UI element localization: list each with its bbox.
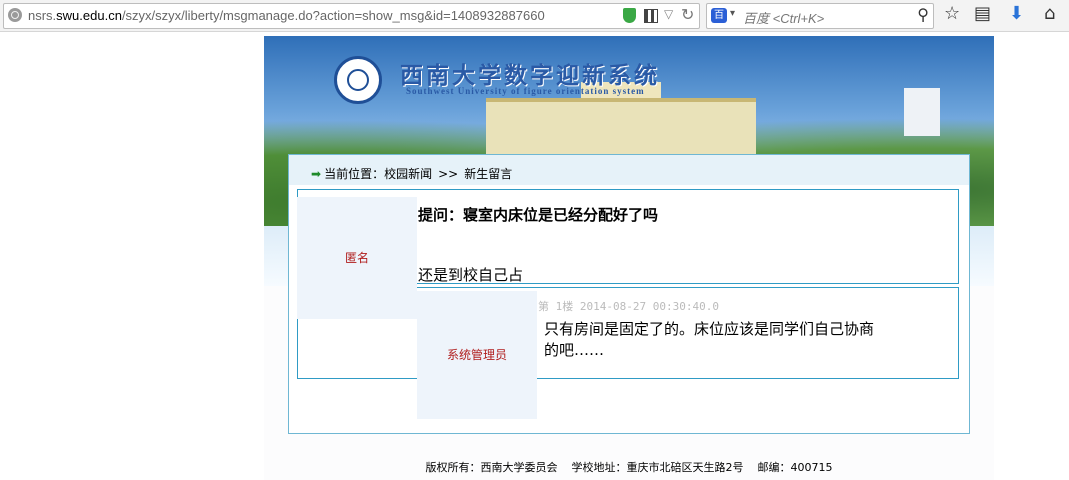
globe-icon <box>8 8 22 22</box>
dropdown-icon[interactable]: ▽ <box>664 7 673 21</box>
download-icon[interactable]: ⬇ <box>1009 4 1024 24</box>
star-icon[interactable]: ☆ <box>944 4 960 24</box>
url-text[interactable]: nsrs.swu.edu.cn/szyx/szyx/liberty/msgman… <box>28 8 545 23</box>
reading-list-icon[interactable]: ▤ <box>974 4 991 24</box>
search-input[interactable]: 百度 <Ctrl+K> <box>743 8 824 27</box>
browser-toolbar: nsrs.swu.edu.cn/szyx/szyx/liberty/msgman… <box>0 0 1069 32</box>
breadcrumb-item-news[interactable]: 校园新闻 <box>384 167 432 181</box>
site-title: 西南大学数字迎新系统 <box>400 62 660 89</box>
baidu-logo-icon[interactable]: 百 <box>711 8 727 23</box>
reload-icon[interactable]: ↻ <box>681 5 694 24</box>
page: 西南大学数字迎新系统 Southwest University of figur… <box>264 36 994 480</box>
shield-icon[interactable] <box>623 8 636 23</box>
search-engine-dropdown-icon[interactable]: ▾ <box>730 8 735 19</box>
address-bar[interactable]: nsrs.swu.edu.cn/szyx/szyx/liberty/msgman… <box>3 3 700 29</box>
footer: 版权所有：西南大学委员会 学校地址：重庆市北碚区天生路2号 邮编：400715 <box>425 461 833 474</box>
arrow-right-icon: ➡ <box>311 167 322 181</box>
reply-body: 只有房间是固定了的。床位应该是同学们自己协商的吧…… <box>544 320 875 359</box>
content-panel: ➡ 当前位置：校园新闻 >> 新生留言 提问：寝室内床位是已经分配好了吗 还是到校自己… <box>288 154 970 434</box>
breadcrumb-item-messages[interactable]: 新生留言 <box>464 167 512 181</box>
breadcrumb-label: 当前位置： <box>324 167 385 181</box>
home-icon[interactable]: ⌂ <box>1044 4 1055 24</box>
qr-code-icon[interactable] <box>644 9 658 23</box>
question-author: 匿名 <box>297 197 417 319</box>
banner-tower <box>904 88 940 136</box>
university-logo <box>334 56 382 104</box>
search-bar[interactable]: 百 ▾ 百度 <Ctrl+K> ⚲ <box>706 3 934 29</box>
breadcrumb-separator: >> <box>438 167 459 181</box>
question-title: 提问：寝室内床位是已经分配好了吗 <box>418 206 659 224</box>
breadcrumb-bar: ➡ 当前位置：校园新闻 >> 新生留言 <box>289 155 969 185</box>
question-body: 还是到校自己占 <box>418 266 524 284</box>
breadcrumb: ➡ 当前位置：校园新闻 >> 新生留言 <box>311 165 512 182</box>
reply-meta: 第 1楼 2014-08-27 00:30:40.0 <box>538 300 719 313</box>
reply-author: 系统管理员 <box>417 291 537 419</box>
site-subtitle: Southwest University of figure orientati… <box>406 86 645 96</box>
search-icon[interactable]: ⚲ <box>917 5 929 24</box>
banner-building <box>486 98 756 162</box>
